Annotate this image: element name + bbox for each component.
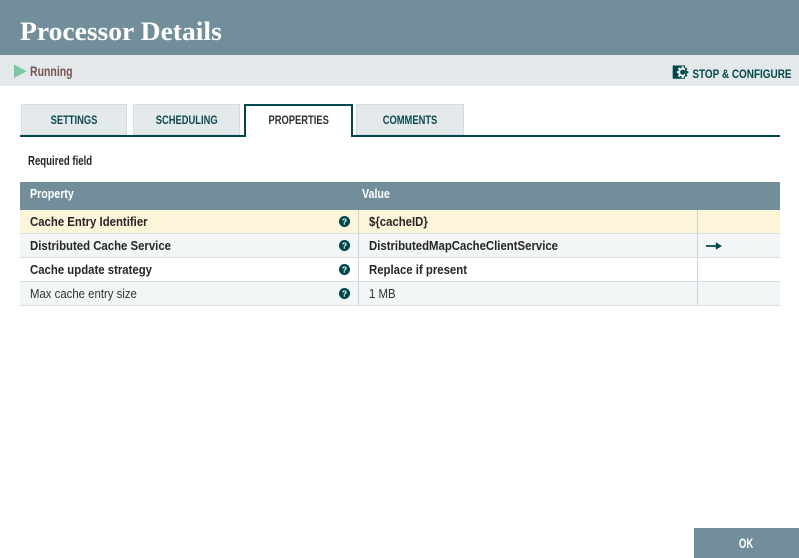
svg-text:?: ? (342, 216, 347, 226)
svg-text:?: ? (342, 264, 347, 274)
svg-text:?: ? (342, 288, 347, 298)
svg-text:?: ? (342, 240, 347, 250)
